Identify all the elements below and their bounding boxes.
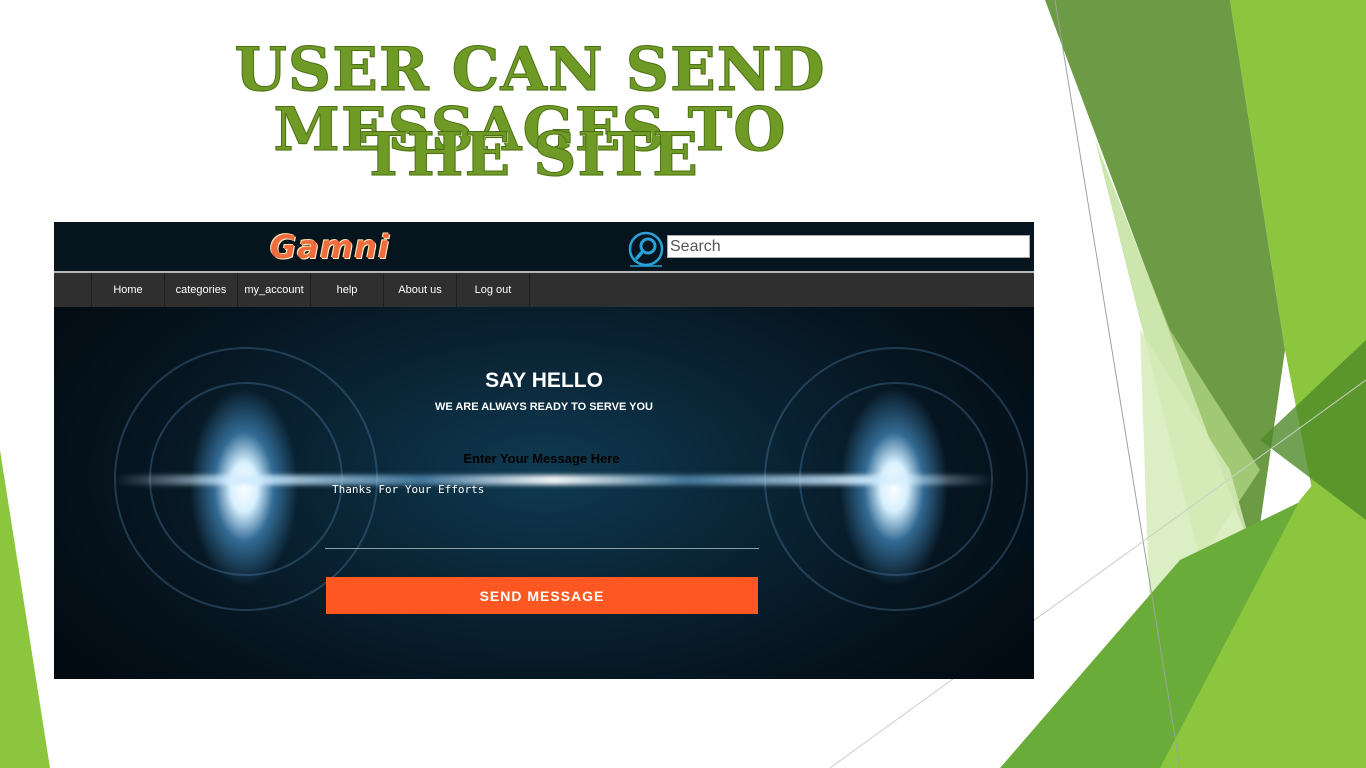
search-icon[interactable]	[628, 231, 664, 267]
message-textarea[interactable]: Thanks For Your Efforts	[332, 483, 752, 543]
search-input[interactable]	[667, 235, 1030, 258]
nav-item-help[interactable]: help	[311, 273, 384, 307]
app-logo[interactable]: Gamni	[270, 228, 390, 266]
main-nav: Home categories my_account help About us…	[54, 273, 1034, 307]
message-label: Enter Your Message Here	[463, 451, 620, 466]
app-header: Gamni	[54, 222, 1034, 271]
green-facet-left	[0, 450, 50, 768]
nav-item-my-account[interactable]: my_account	[238, 273, 311, 307]
message-underline	[325, 548, 759, 549]
nav-item-log-out[interactable]: Log out	[457, 273, 530, 307]
app-screenshot: Gamni Home categories my_account help Ab…	[54, 222, 1034, 679]
contact-heading: SAY HELLO	[485, 369, 603, 392]
send-message-button[interactable]: SEND MESSAGE	[326, 577, 758, 614]
contact-subheading: WE ARE ALWAYS READY TO SERVE YOU	[434, 401, 654, 413]
slide-title-line-2: the site	[361, 120, 699, 190]
nav-item-about-us[interactable]: About us	[384, 273, 457, 307]
nav-item-home[interactable]: Home	[92, 273, 165, 307]
nav-spacer	[54, 273, 92, 307]
nav-item-categories[interactable]: categories	[165, 273, 238, 307]
